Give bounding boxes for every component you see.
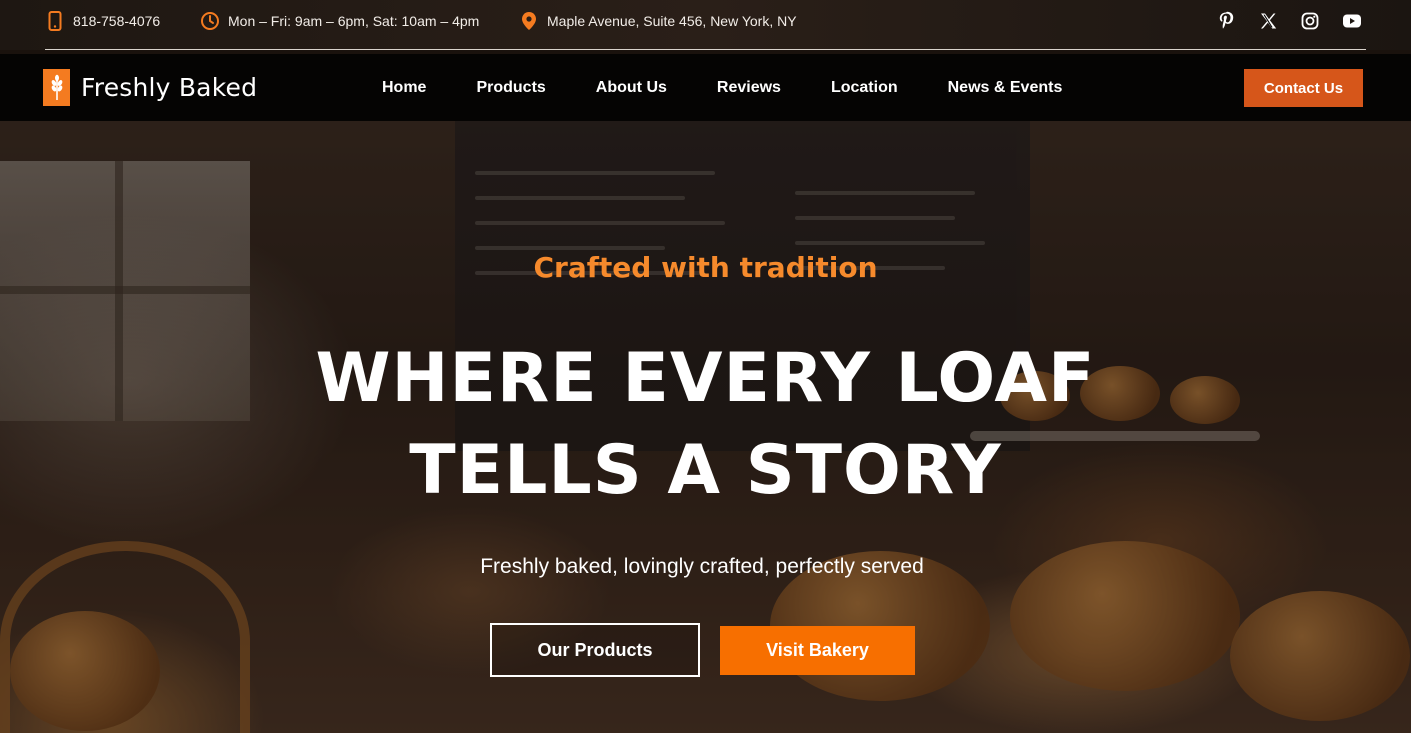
hero-section: Crafted with tradition WHERE EVERY LOAF … xyxy=(0,121,1411,733)
nav-item-about-us[interactable]: About Us xyxy=(579,79,684,97)
instagram-icon[interactable] xyxy=(1299,10,1321,32)
address-text: Maple Avenue, Suite 456, New York, NY xyxy=(547,13,797,29)
clock-icon xyxy=(200,11,220,31)
nav-item-news-events[interactable]: News & Events xyxy=(931,79,1080,97)
address-info[interactable]: Maple Avenue, Suite 456, New York, NY xyxy=(519,11,797,31)
nav-item-reviews[interactable]: Reviews xyxy=(700,79,798,97)
our-products-button[interactable]: Our Products xyxy=(490,623,700,677)
hours-info: Mon – Fri: 9am – 6pm, Sat: 10am – 4pm xyxy=(200,11,479,31)
wheat-icon xyxy=(43,69,70,106)
hero-headline-line-1: WHERE EVERY LOAF xyxy=(315,339,1096,418)
x-icon[interactable] xyxy=(1257,10,1279,32)
contact-us-button[interactable]: Contact Us xyxy=(1244,69,1363,107)
nav-item-home[interactable]: Home xyxy=(365,79,443,97)
hero-subheading: Freshly baked, lovingly crafted, perfect… xyxy=(480,555,924,578)
brand-logo[interactable]: Freshly Baked xyxy=(43,69,257,106)
pinterest-icon[interactable] xyxy=(1215,10,1237,32)
phone-icon xyxy=(45,11,65,31)
nav-item-products[interactable]: Products xyxy=(459,79,562,97)
social-links xyxy=(1195,10,1363,32)
primary-nav: Home Products About Us Reviews Location … xyxy=(365,54,1095,121)
youtube-icon[interactable] xyxy=(1341,10,1363,32)
opening-hours: Mon – Fri: 9am – 6pm, Sat: 10am – 4pm xyxy=(228,13,480,29)
top-info-bar: 818-758-4076 Mon – Fri: 9am – 6pm, Sat: … xyxy=(0,0,1411,50)
brand-name: Freshly Baked xyxy=(81,73,258,102)
hero-eyebrow: Crafted with tradition xyxy=(533,251,878,284)
hero-headline: WHERE EVERY LOAF TELLS A STORY xyxy=(0,333,1411,517)
phone-number: 818-758-4076 xyxy=(73,13,161,29)
location-pin-icon xyxy=(519,11,539,31)
visit-bakery-button[interactable]: Visit Bakery xyxy=(720,626,915,675)
nav-item-location[interactable]: Location xyxy=(814,79,915,97)
phone-info[interactable]: 818-758-4076 xyxy=(45,11,160,31)
hero-headline-line-2: TELLS A STORY xyxy=(409,431,1002,510)
top-info-bar-inner: 818-758-4076 Mon – Fri: 9am – 6pm, Sat: … xyxy=(45,0,1366,50)
main-navbar: Freshly Baked Home Products About Us Rev… xyxy=(0,54,1411,121)
